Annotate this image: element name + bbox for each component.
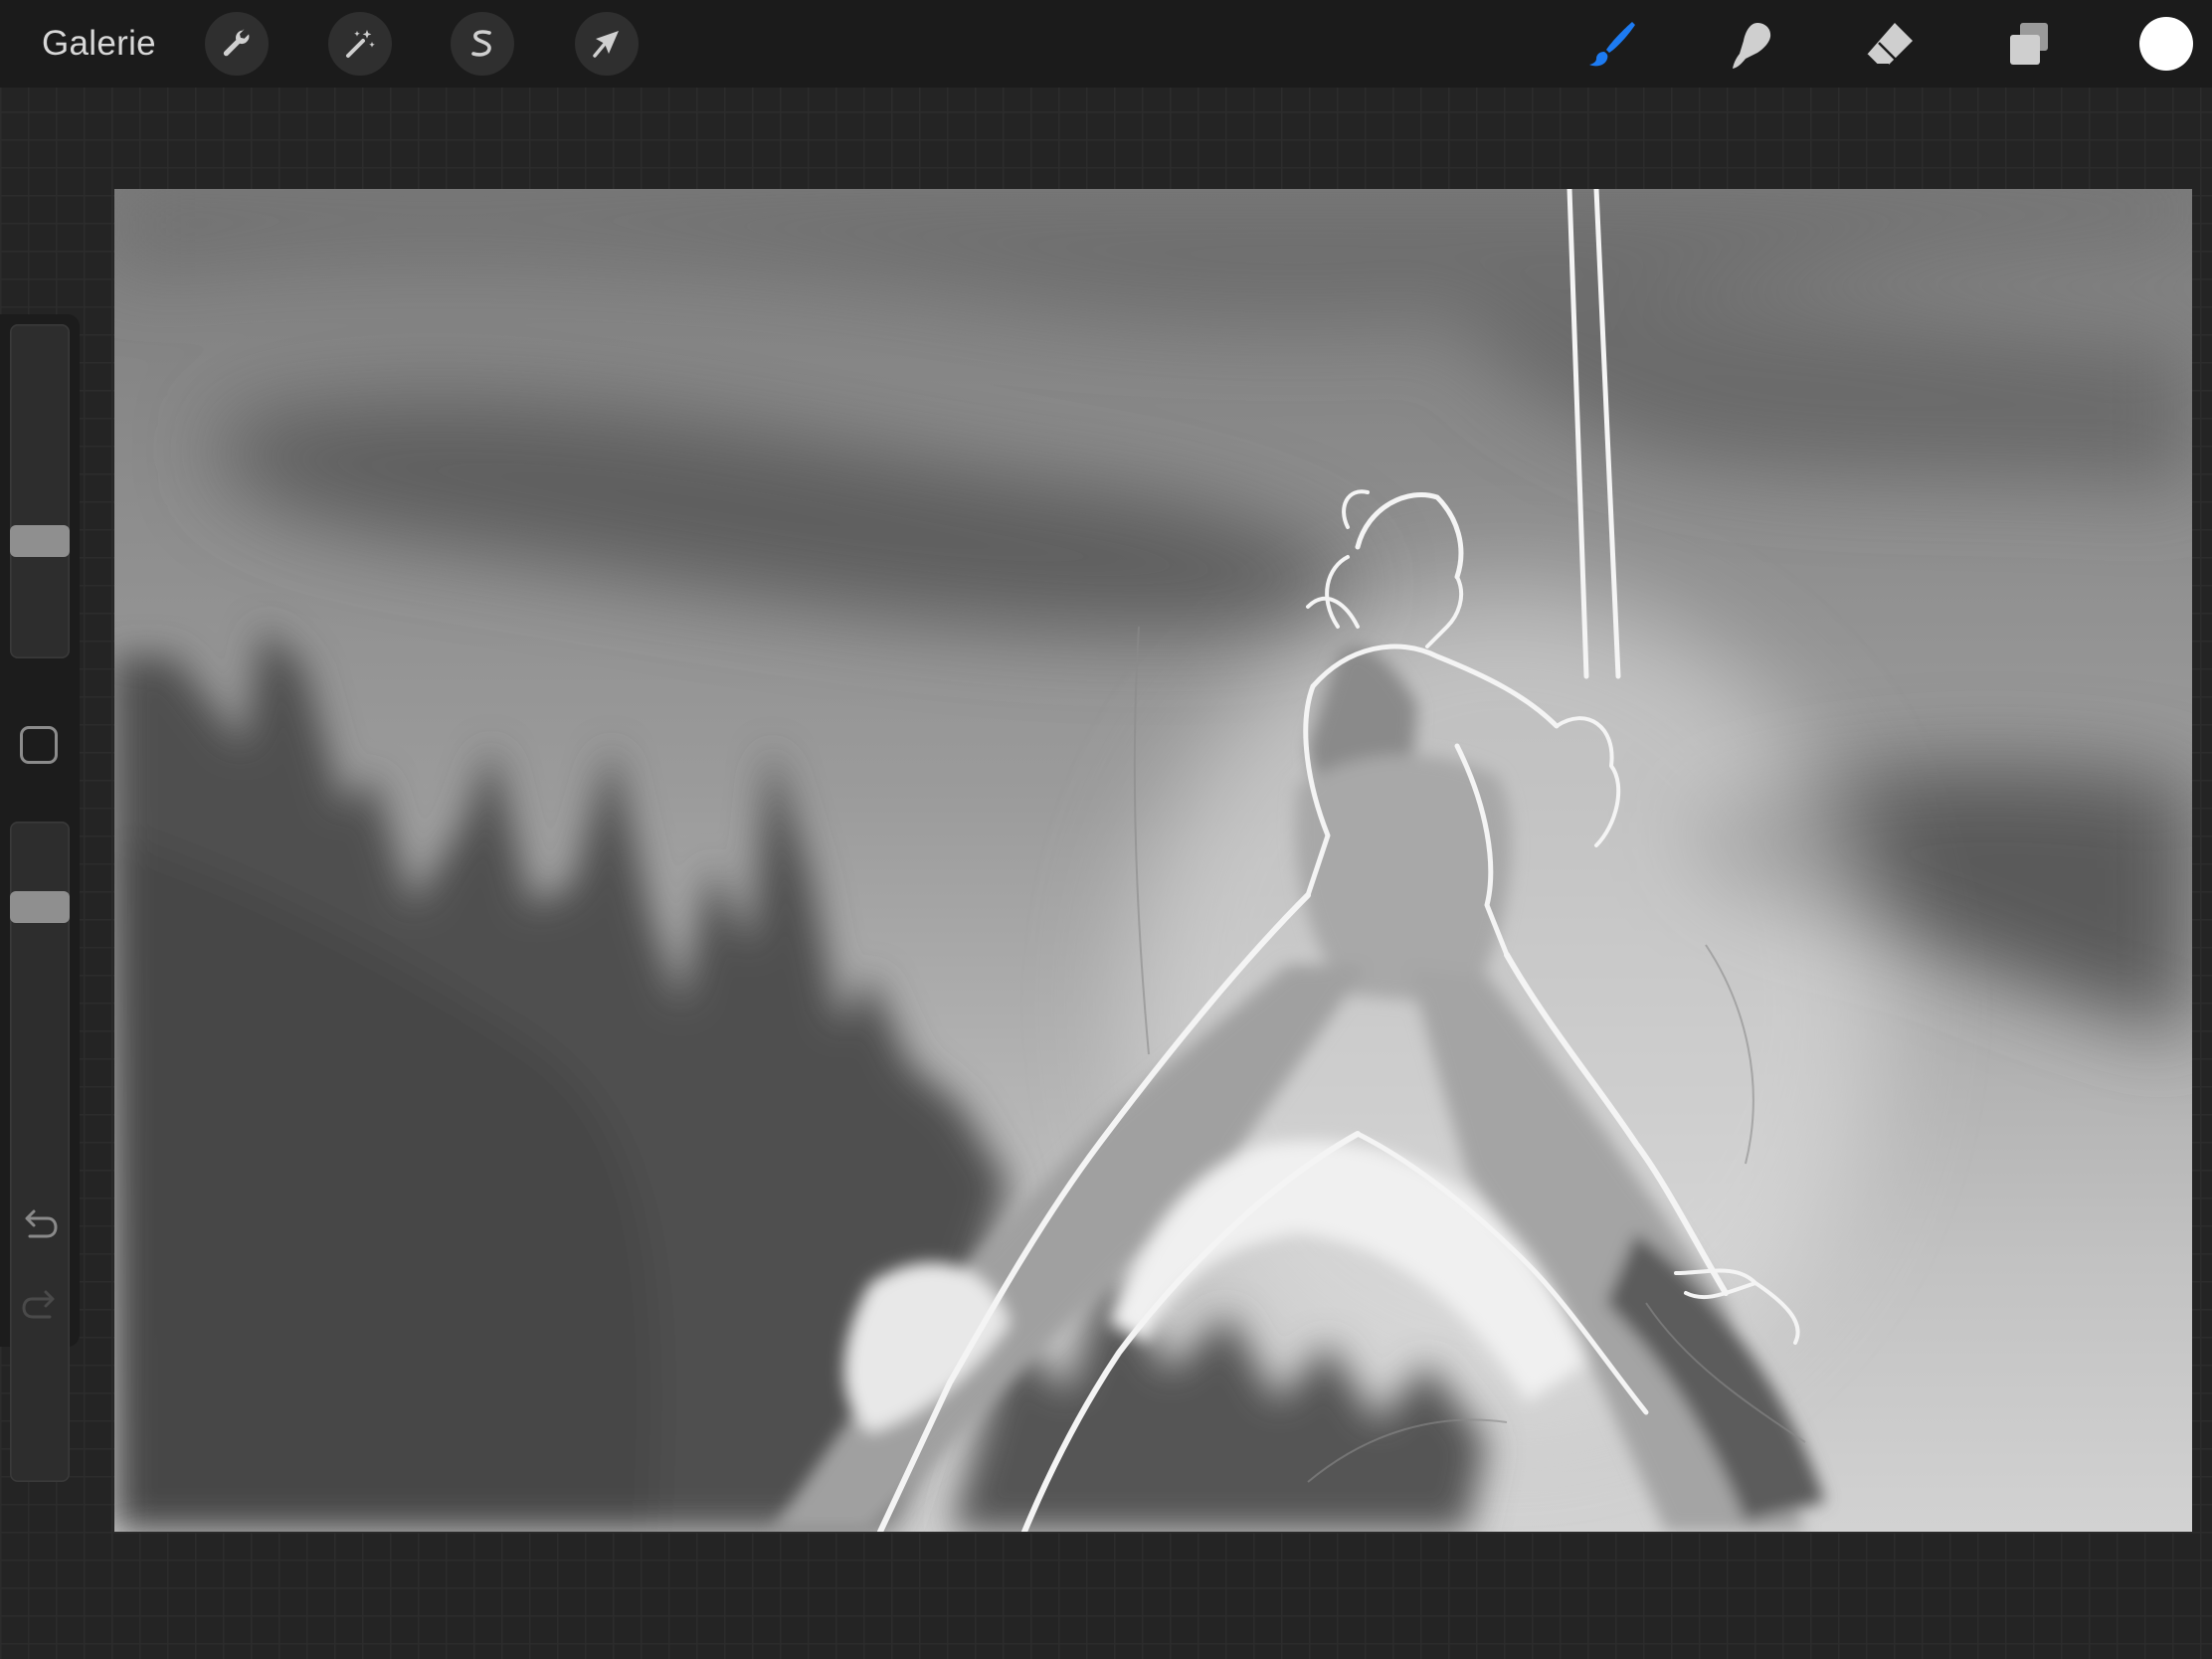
undo-arrow-icon — [25, 1209, 58, 1238]
layers-button[interactable] — [1997, 12, 2061, 76]
brush-tool-button[interactable] — [1579, 12, 1643, 76]
gallery-button[interactable]: Galerie — [42, 22, 156, 66]
adjustments-button[interactable] — [328, 12, 392, 76]
brush-size-slider[interactable] — [10, 324, 70, 658]
redo-arrow-icon — [22, 1290, 55, 1319]
smudge-tool-button[interactable] — [1719, 12, 1782, 76]
redo-button[interactable] — [18, 1285, 62, 1329]
eraser-icon — [1866, 23, 1913, 66]
color-picker-button[interactable] — [2139, 17, 2193, 71]
modify-button[interactable] — [20, 726, 58, 764]
selection-button[interactable] — [451, 12, 514, 76]
actions-button[interactable] — [205, 12, 269, 76]
arrow-cursor-icon — [593, 31, 619, 58]
procreate-app: Galerie — [0, 0, 2212, 1659]
opacity-thumb[interactable] — [10, 890, 70, 923]
artwork — [114, 189, 2192, 1532]
layers-icon — [2010, 23, 2048, 65]
drawing-canvas[interactable] — [114, 189, 2192, 1532]
brush-size-thumb[interactable] — [10, 524, 70, 557]
wrench-icon — [223, 29, 250, 57]
smudge-finger-icon — [1733, 23, 1771, 69]
left-sidebar — [0, 314, 80, 1482]
eraser-tool-button[interactable] — [1858, 12, 1922, 76]
top-toolbar: Galerie — [0, 0, 2212, 88]
brush-icon — [1589, 22, 1635, 67]
undo-button[interactable] — [18, 1204, 62, 1248]
transform-button[interactable] — [575, 12, 639, 76]
selection-s-icon — [471, 30, 491, 57]
magic-wand-icon — [346, 30, 375, 58]
